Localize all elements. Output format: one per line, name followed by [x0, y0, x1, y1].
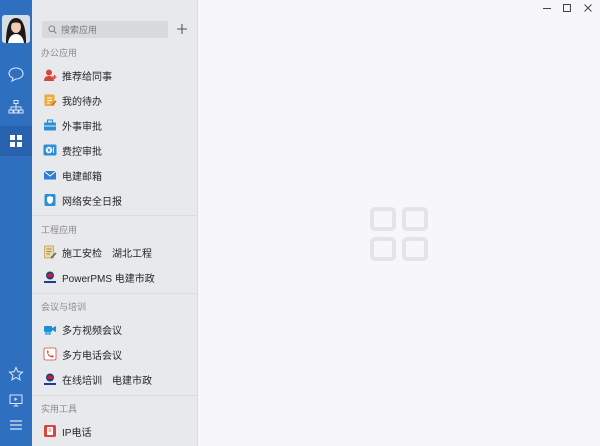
plus-icon: [177, 24, 187, 34]
apps-grid-icon[interactable]: [0, 126, 32, 156]
section-divider: [32, 293, 198, 294]
search-icon: [48, 25, 57, 34]
app-item-label: IP电话: [62, 427, 92, 439]
expense-icon: [43, 143, 57, 157]
app-item-video-conference[interactable]: 多方视频会议: [32, 317, 198, 341]
app-item-phone-conference[interactable]: 多方电话会议: [32, 342, 198, 366]
org-chart-icon[interactable]: [6, 97, 26, 117]
add-app-button[interactable]: [174, 20, 190, 38]
app-item-label: 我的待办: [62, 96, 102, 108]
app-item-expense[interactable]: 费控审批: [32, 138, 198, 162]
app-item-ip-phone[interactable]: IP电话: [32, 419, 198, 443]
app-item-label: 电建邮箱: [62, 171, 102, 183]
app-item-label: 施工安检 湖北工程: [62, 248, 152, 260]
phone-conference-icon: [43, 347, 57, 361]
ip-phone-icon: [43, 424, 57, 438]
app-item-security-report[interactable]: 网络安全日报: [32, 188, 198, 212]
briefcase-icon: [43, 118, 57, 132]
app-item-label: 在线培训 电建市政: [62, 375, 152, 387]
app-item-label: 多方电话会议: [62, 350, 122, 362]
app-item-todo[interactable]: 我的待办: [32, 88, 198, 112]
app-item-label: 多方视频会议: [62, 325, 122, 337]
app-item-construction-inspection[interactable]: 施工安检 湖北工程: [32, 240, 198, 264]
minimize-button[interactable]: [540, 2, 554, 14]
inspection-icon: [43, 245, 57, 259]
nav-rail: [0, 0, 32, 446]
apps-watermark-icon: [369, 206, 429, 262]
app-item-online-training[interactable]: 在线培训 电建市政: [32, 367, 198, 391]
app-item-label: 推荐给同事: [62, 71, 112, 83]
section-divider: [32, 215, 198, 216]
mail-icon: [43, 168, 57, 182]
shield-icon: [43, 193, 57, 207]
section-title-office: 办公应用: [41, 48, 78, 58]
app-item-label: PowerPMS 电建市政: [62, 273, 155, 285]
maximize-icon: [563, 4, 571, 12]
minimize-icon: [543, 8, 551, 9]
search-box[interactable]: [42, 21, 168, 38]
section-title-tools: 实用工具: [41, 404, 78, 414]
avatar[interactable]: [2, 15, 30, 43]
close-button[interactable]: [581, 2, 595, 14]
app-list-panel: 办公应用 推荐给同事 我的待办 外事审批 费控审批 电建邮箱 网络安全日报: [32, 0, 198, 446]
menu-icon[interactable]: [6, 415, 26, 435]
section-divider: [32, 395, 198, 396]
star-icon[interactable]: [6, 364, 26, 384]
recommend-icon: [43, 68, 57, 82]
todo-icon: [43, 93, 57, 107]
app-item-label: 费控审批: [62, 146, 102, 158]
app-item-mail[interactable]: 电建邮箱: [32, 163, 198, 187]
section-title-meetings: 会议与培训: [41, 302, 87, 312]
maximize-button[interactable]: [560, 2, 574, 14]
app-item-foreign-affairs[interactable]: 外事审批: [32, 113, 198, 137]
section-title-engineering: 工程应用: [41, 225, 78, 235]
app-item-recommend[interactable]: 推荐给同事: [32, 63, 198, 87]
powerchina-logo-icon: [43, 270, 57, 284]
app-item-label: 网络安全日报: [62, 196, 122, 208]
close-icon: [584, 4, 592, 12]
app-item-label: 外事审批: [62, 121, 102, 133]
app-item-powerpms[interactable]: PowerPMS 电建市政: [32, 265, 198, 289]
main-content: [198, 0, 600, 446]
powerchina-logo-icon: [43, 372, 57, 386]
screen-icon[interactable]: [6, 390, 26, 410]
chat-icon[interactable]: [6, 64, 26, 84]
video-conference-icon: [43, 322, 57, 336]
search-input[interactable]: [61, 24, 161, 35]
